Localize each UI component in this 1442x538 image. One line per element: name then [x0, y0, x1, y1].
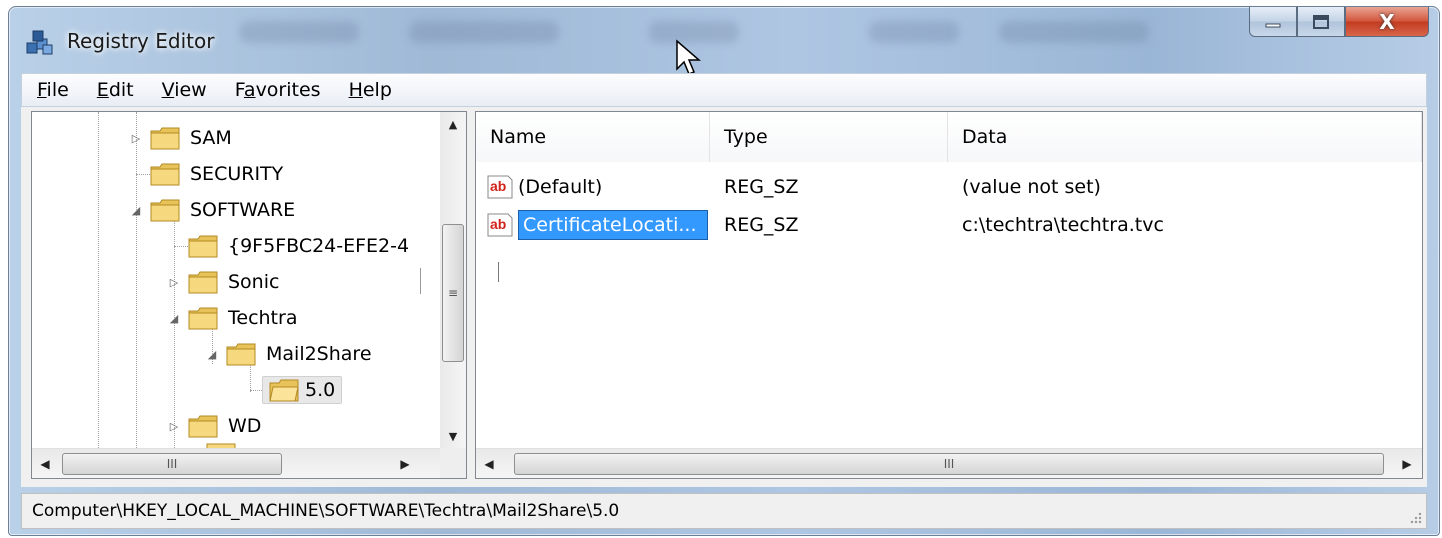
tree-item-sam[interactable]: ▷ SAM — [128, 120, 232, 156]
value-name-cell: ab CertificateLocati... — [486, 208, 708, 242]
svg-text:ab: ab — [490, 216, 506, 232]
title-blur — [239, 21, 359, 43]
menu-view[interactable]: View — [147, 79, 220, 101]
scroll-down-icon[interactable]: ▼ — [440, 424, 466, 448]
title-blur — [869, 21, 959, 43]
title-blur — [409, 21, 559, 43]
tree-item-sonic[interactable]: ▷ Sonic — [166, 264, 279, 300]
tree-item-wd[interactable]: ▷ WD — [166, 408, 261, 444]
title-bar[interactable]: Registry Editor X — [9, 7, 1439, 65]
status-path: Computer\HKEY_LOCAL_MACHINE\SOFTWARE\Tec… — [32, 501, 620, 521]
menu-edit[interactable]: Edit — [82, 79, 147, 101]
svg-text:ab: ab — [490, 178, 506, 194]
list-horizontal-scrollbar[interactable]: ◀ III ▶ — [476, 448, 1422, 478]
values-list-pane[interactable]: Name Type Data ab (Default) REG_SZ (valu… — [475, 111, 1423, 479]
scroll-left-icon[interactable]: ◀ — [32, 449, 58, 478]
menu-file[interactable]: File — [22, 79, 82, 101]
open-folder-icon — [269, 379, 299, 402]
folder-icon — [188, 271, 218, 294]
tree-vscroll-thumb[interactable]: ≡ — [442, 224, 464, 362]
tree-item-5-0[interactable]: 5.0 — [262, 372, 343, 408]
scroll-left-icon[interactable]: ◀ — [476, 449, 502, 478]
value-type-cell: REG_SZ — [724, 176, 799, 198]
value-row-certificate-location[interactable]: ab CertificateLocati... REG_SZ c:\techtr… — [476, 208, 1422, 242]
tree-item-mail2share[interactable]: ◢ Mail2Share — [204, 336, 372, 372]
value-data-cell: (value not set) — [962, 176, 1101, 198]
collapse-arrow-icon[interactable]: ◢ — [166, 310, 182, 326]
list-hscroll-thumb[interactable]: III — [514, 453, 1384, 475]
tree-item-security[interactable]: SECURITY — [150, 156, 283, 192]
scroll-up-icon[interactable]: ▲ — [440, 112, 466, 136]
registry-cubes-icon — [26, 30, 53, 55]
maximize-button[interactable] — [1297, 7, 1345, 37]
value-type-cell: REG_SZ — [724, 214, 799, 236]
tree-item-software[interactable]: ◢ SOFTWARE — [128, 192, 295, 228]
menu-favorites[interactable]: Favorites — [220, 79, 334, 101]
tree-vertical-scrollbar[interactable]: ▲ ≡ ▼ — [440, 112, 466, 448]
folder-icon — [188, 307, 218, 330]
selected-key: 5.0 — [262, 376, 343, 404]
tree-line — [98, 112, 99, 448]
column-header-data[interactable]: Data — [948, 112, 1422, 162]
expand-arrow-icon[interactable]: ▷ — [166, 418, 182, 434]
tree-item-guid[interactable]: {9F5FBC24-EFE2-4 — [188, 228, 409, 264]
folder-icon — [226, 343, 256, 366]
title-blur — [999, 21, 1149, 43]
expand-arrow-icon[interactable]: ▷ — [166, 274, 182, 290]
client-area: ▷ SAM SECURITY ◢ SOFTWARE {9F5FBC24-EFE2… — [21, 107, 1427, 487]
value-row-default[interactable]: ab (Default) REG_SZ (value not set) — [476, 170, 1422, 204]
collapse-arrow-icon[interactable]: ◢ — [128, 202, 144, 218]
folder-icon — [150, 163, 180, 186]
column-header-name[interactable]: Name — [476, 112, 710, 162]
scroll-right-icon[interactable]: ▶ — [392, 449, 418, 478]
close-icon: X — [1379, 9, 1395, 34]
tree-hscroll-thumb[interactable]: III — [62, 453, 282, 475]
folder-icon — [150, 127, 180, 150]
value-data-cell: c:\techtra\techtra.tvc — [962, 214, 1164, 236]
text-caret — [498, 262, 499, 282]
folder-icon — [188, 415, 218, 438]
minimize-button[interactable] — [1249, 7, 1297, 37]
scroll-corner — [440, 448, 466, 478]
value-name-cell: ab (Default) — [486, 170, 602, 204]
folder-icon — [150, 199, 180, 222]
window-controls: X — [1249, 7, 1429, 39]
minimize-icon — [1265, 23, 1281, 27]
registry-editor-window: Registry Editor X File Edit View Favorit… — [8, 6, 1440, 536]
rename-edit-field[interactable]: CertificateLocati... — [518, 210, 708, 240]
resize-grip-icon[interactable] — [1408, 510, 1422, 524]
tree-content: ▷ SAM SECURITY ◢ SOFTWARE {9F5FBC24-EFE2… — [32, 112, 442, 448]
tree-line — [420, 268, 421, 294]
key-tree-pane[interactable]: ▷ SAM SECURITY ◢ SOFTWARE {9F5FBC24-EFE2… — [31, 111, 467, 479]
collapse-arrow-icon[interactable]: ◢ — [204, 346, 220, 362]
menu-help[interactable]: Help — [334, 79, 405, 101]
tree-item-techtra[interactable]: ◢ Techtra — [166, 300, 297, 336]
folder-icon — [188, 235, 218, 258]
expand-arrow-icon[interactable]: ▷ — [128, 130, 144, 146]
window-title: Registry Editor — [67, 29, 215, 53]
tree-line — [136, 112, 137, 448]
string-value-icon: ab — [487, 175, 513, 199]
status-bar: Computer\HKEY_LOCAL_MACHINE\SOFTWARE\Tec… — [21, 493, 1427, 529]
scroll-right-icon[interactable]: ▶ — [1394, 449, 1420, 478]
close-button[interactable]: X — [1345, 7, 1429, 37]
string-value-icon: ab — [487, 213, 513, 237]
tree-horizontal-scrollbar[interactable]: ◀ III ▶ — [32, 448, 440, 478]
maximize-icon — [1313, 14, 1329, 29]
column-header-type[interactable]: Type — [710, 112, 948, 162]
menu-bar: File Edit View Favorites Help — [21, 73, 1427, 107]
